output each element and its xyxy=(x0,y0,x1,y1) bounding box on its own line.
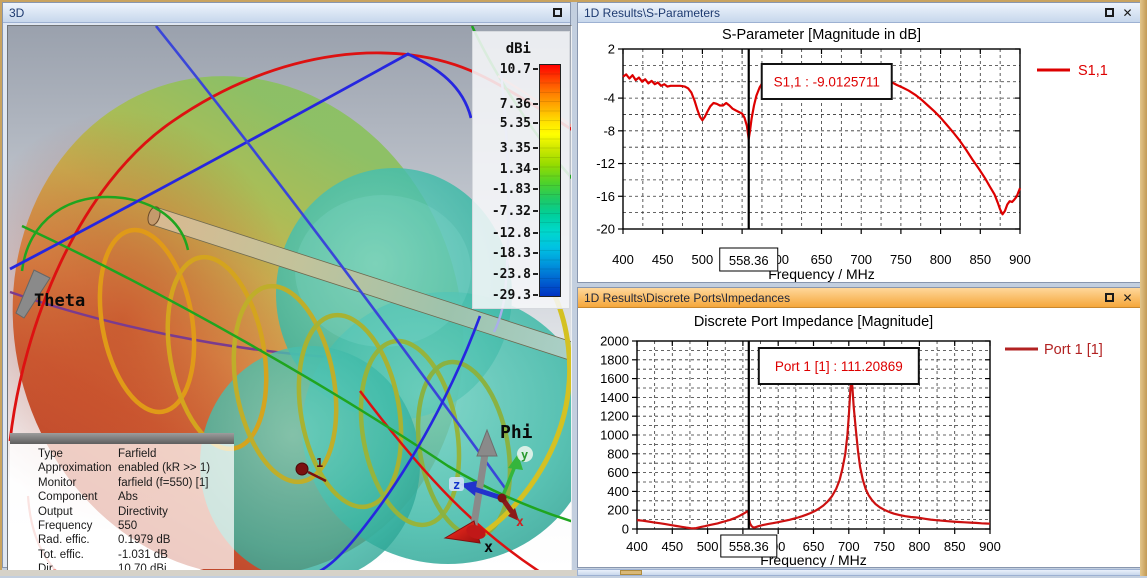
svg-text:400: 400 xyxy=(607,484,629,499)
maximize-button[interactable] xyxy=(551,6,564,19)
svg-text:450: 450 xyxy=(661,539,683,554)
colorbar-tick-label: -1.83 xyxy=(491,182,531,197)
window-title-3d: 3D xyxy=(9,5,25,20)
close-button[interactable]: ✕ xyxy=(1121,291,1134,305)
svg-text:400: 400 xyxy=(612,252,634,267)
svg-text:1200: 1200 xyxy=(600,409,629,424)
window-s-parameters: 1D Results\S-Parameters ✕ 400 450 500 00 650… xyxy=(577,2,1141,283)
svg-text:2000: 2000 xyxy=(600,334,629,349)
colorbar-tick-label: -29.3 xyxy=(491,288,531,303)
svg-text:-20: -20 xyxy=(596,222,615,237)
window-3d: 3D 1 Theta Phi z y x x dBi 10.7 7.36 5.3… xyxy=(2,2,572,575)
colorbar-legend: dBi 10.7 7.36 5.35 3.35 1.34 -1.83 -7.32… xyxy=(472,31,570,309)
colorbar-tick-label: -12.8 xyxy=(491,226,531,241)
svg-text:800: 800 xyxy=(607,446,629,461)
maximize-icon xyxy=(1105,8,1114,17)
legend-label: Port 1 [1] xyxy=(1044,342,1103,358)
next-window-titlebar-edge[interactable] xyxy=(577,569,1141,576)
window-title-s-parameters: 1D Results\S-Parameters xyxy=(584,5,721,20)
viewport-3d[interactable]: 1 Theta Phi z y x x dBi 10.7 7.36 5.35 3… xyxy=(7,25,572,575)
phi-label: Phi xyxy=(500,422,533,443)
colorbar-tick-label: 10.7 xyxy=(499,62,531,77)
window-title-impedances: 1D Results\Discrete Ports\Impedances xyxy=(584,290,791,305)
svg-text:1400: 1400 xyxy=(600,390,629,405)
svg-text:2: 2 xyxy=(608,42,615,57)
colorbar-title: dBi xyxy=(505,41,531,57)
svg-text:0: 0 xyxy=(622,522,629,537)
s-parameter-plot[interactable]: 400 450 500 00 650 700 750 800 850 9002-4-8-12-16… xyxy=(578,23,1140,282)
bottom-strip-icon xyxy=(620,570,642,575)
colorbar-tick-label: 3.35 xyxy=(499,141,531,156)
info-row: Rad. effic. 0.1979 dB xyxy=(38,534,171,547)
svg-text:400: 400 xyxy=(626,539,648,554)
svg-text:750: 750 xyxy=(873,539,895,554)
plot-title: Discrete Port Impedance [Magnitude] xyxy=(694,314,933,330)
colorbar-tick-label: -18.3 xyxy=(491,246,531,261)
svg-text:-16: -16 xyxy=(596,189,615,204)
info-row: Output Directivity xyxy=(38,505,168,518)
colorbar-tick-label: -23.8 xyxy=(491,267,531,282)
maximize-icon xyxy=(1105,293,1114,302)
colorbar-gradient xyxy=(539,64,561,297)
svg-text:600: 600 xyxy=(607,465,629,480)
svg-text:-4: -4 xyxy=(603,91,615,106)
info-row: Type Farfield xyxy=(38,448,157,460)
svg-text:500: 500 xyxy=(697,539,719,554)
cone-x-label: x xyxy=(484,538,493,556)
legend-label: S1,1 xyxy=(1078,63,1108,79)
titlebar-impedances[interactable]: 1D Results\Discrete Ports\Impedances ✕ xyxy=(578,288,1140,308)
svg-text:750: 750 xyxy=(890,252,912,267)
svg-text:-12: -12 xyxy=(596,156,615,171)
titlebar-3d[interactable]: 3D xyxy=(3,3,570,23)
plot-title: S-Parameter [Magnitude in dB] xyxy=(722,27,921,43)
close-button[interactable]: ✕ xyxy=(1121,6,1134,20)
maximize-button[interactable] xyxy=(1103,6,1116,19)
marker-axis-text: 558.36 xyxy=(729,539,769,554)
svg-text:850: 850 xyxy=(944,539,966,554)
svg-text:1800: 1800 xyxy=(600,352,629,367)
window-impedances: 1D Results\Discrete Ports\Impedances ✕ 4… xyxy=(577,287,1141,568)
farfield-info-header[interactable] xyxy=(10,433,234,444)
svg-text:800: 800 xyxy=(909,539,931,554)
svg-text:1000: 1000 xyxy=(600,428,629,443)
titlebar-s-parameters[interactable]: 1D Results\S-Parameters ✕ xyxy=(578,3,1140,23)
theta-label: Theta xyxy=(34,291,85,311)
maximize-icon xyxy=(553,8,562,17)
svg-text:450: 450 xyxy=(652,252,674,267)
marker-value-text: S1,1 : -9.0125711 xyxy=(774,75,880,90)
z-axis-label: z xyxy=(453,478,460,492)
bottom-panel-edge xyxy=(0,570,577,576)
colorbar-tick-label: 5.35 xyxy=(499,116,531,131)
colorbar-tick-label: 1.34 xyxy=(499,162,531,177)
svg-text:900: 900 xyxy=(1009,252,1031,267)
x-axis-label: Frequency / MHz xyxy=(768,266,875,282)
svg-text:200: 200 xyxy=(607,503,629,518)
port-number-label: 1 xyxy=(316,456,323,470)
farfield-info-panel: Type Farfield Approximation enabled (kR >>… xyxy=(10,433,234,575)
svg-text:1600: 1600 xyxy=(600,371,629,386)
info-row: Component Abs xyxy=(38,491,138,504)
info-row: Tot. effic. -1.031 dB xyxy=(38,548,168,561)
marker-axis-text: 558.36 xyxy=(729,253,769,268)
info-row: Approximation enabled (kR >> 1) xyxy=(38,462,211,475)
svg-text:850: 850 xyxy=(969,252,991,267)
info-row: Frequency 550 xyxy=(38,519,138,532)
x-axis-label: x xyxy=(516,515,524,530)
colorbar-tick-label: -7.32 xyxy=(491,204,531,219)
marker-value-text: Port 1 [1] : 111.20869 xyxy=(775,359,903,374)
svg-text:900: 900 xyxy=(979,539,1001,554)
svg-text:700: 700 xyxy=(850,252,872,267)
app-right-border xyxy=(1140,0,1147,576)
impedance-plot[interactable]: 400 450 500 00 650 700 750 800 850 90002004006008… xyxy=(578,308,1140,568)
y-axis-label: y xyxy=(521,448,528,462)
svg-text:650: 650 xyxy=(811,252,833,267)
svg-text:800: 800 xyxy=(930,252,952,267)
info-row: Monitor farfield (f=550) [1] xyxy=(38,476,209,489)
maximize-button[interactable] xyxy=(1103,291,1116,304)
svg-text:-8: -8 xyxy=(603,123,615,138)
colorbar-tick-label: 7.36 xyxy=(499,97,531,112)
svg-text:500: 500 xyxy=(692,252,714,267)
